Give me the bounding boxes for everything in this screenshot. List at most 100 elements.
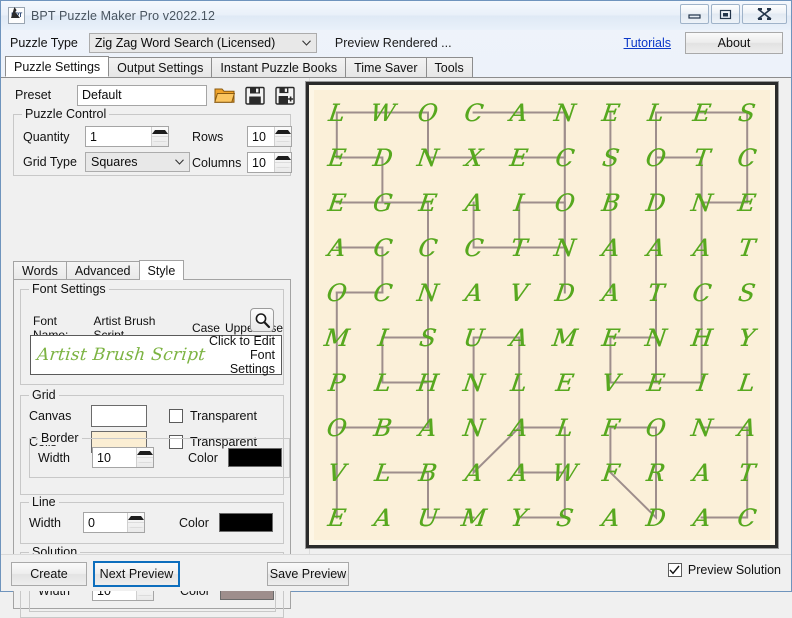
grid-letter: N	[539, 225, 591, 270]
font-preview-box[interactable]: Artist Brush Script Click to Edit Font S…	[30, 335, 282, 375]
line-width-spin-arrows[interactable]	[127, 513, 144, 532]
grid-letter: E	[630, 360, 682, 405]
grid-letter: T	[721, 225, 773, 270]
puzzle-type-select[interactable]: Zig Zag Word Search (Licensed)	[89, 33, 317, 53]
preset-input[interactable]: Default	[77, 85, 207, 106]
line-color-swatch[interactable]	[219, 513, 273, 532]
subtab-style[interactable]: Style	[139, 260, 185, 280]
grid-letter: A	[676, 225, 728, 270]
grid-letter: O	[630, 135, 682, 180]
grid-type-label: Grid Type	[23, 155, 85, 169]
save-as-floppy-icon[interactable]	[272, 83, 297, 108]
grid-letter: N	[402, 135, 454, 180]
grid-letter: D	[539, 270, 591, 315]
grid-letter: C	[448, 225, 500, 270]
columns-stepper[interactable]: 10	[247, 152, 292, 173]
rows-value: 10	[248, 130, 274, 144]
tab-tools[interactable]: Tools	[426, 57, 473, 77]
grid-letter: F	[584, 450, 636, 495]
grid-letter: A	[448, 180, 500, 225]
grid-letter: L	[539, 405, 591, 450]
create-button[interactable]: Create	[11, 562, 87, 586]
maximize-button[interactable]	[711, 4, 740, 24]
subtab-words[interactable]: Words	[13, 261, 67, 280]
grid-letter: S	[721, 90, 773, 135]
grid-type-select[interactable]: Squares	[85, 152, 190, 172]
line-width-value: 0	[84, 516, 127, 530]
next-preview-button[interactable]: Next Preview	[93, 561, 180, 587]
main-tab-bar: Puzzle Settings Output Settings Instant …	[1, 57, 791, 78]
grid-letter: N	[676, 405, 728, 450]
border-width-spin-arrows[interactable]	[136, 448, 153, 467]
puzzle-preview-frame[interactable]: LWOCANELESEDNXECSOTCEGEAIOBDNEACCCTNAAAT…	[306, 82, 778, 548]
puzzle-grid[interactable]: LWOCANELESEDNXECSOTCEGEAIOBDNEACCCTNAAAT…	[314, 90, 770, 540]
tab-time-saver[interactable]: Time Saver	[345, 57, 426, 77]
click-to-edit-line2: Font Settings	[230, 348, 275, 376]
grid-letter: Y	[721, 315, 773, 360]
preview-solution-checkbox[interactable]	[668, 563, 682, 577]
border-width-stepper[interactable]: 10	[92, 447, 154, 468]
rows-spin-arrows[interactable]	[274, 127, 291, 146]
grid-letter: C	[402, 225, 454, 270]
grid-letter: A	[676, 450, 728, 495]
grid-letter: S	[539, 495, 591, 540]
tab-puzzle-settings[interactable]: Puzzle Settings	[5, 56, 109, 77]
grid-letter: V	[311, 450, 363, 495]
font-sample-text: Artist Brush Script	[36, 345, 207, 365]
grid-letter: N	[676, 180, 728, 225]
grid-letter: T	[676, 135, 728, 180]
preset-row: Preset Default	[1, 83, 301, 107]
canvas-transparent-checkbox[interactable]	[169, 409, 183, 423]
checkmark-icon	[669, 565, 680, 575]
grid-letter: A	[676, 495, 728, 540]
top-toolbar: Puzzle Type Zig Zag Word Search (License…	[1, 30, 791, 56]
canvas-color-swatch[interactable]	[91, 405, 147, 427]
grid-letter: E	[311, 180, 363, 225]
border-color-swatch[interactable]	[228, 448, 282, 467]
grid-letter: S	[584, 135, 636, 180]
grid-letter: C	[448, 90, 500, 135]
grid-letter: N	[539, 90, 591, 135]
grid-letter: Y	[493, 495, 545, 540]
grid-letter: C	[539, 135, 591, 180]
quantity-value: 1	[86, 130, 151, 144]
app-icon: BPT	[8, 7, 25, 24]
grid-letter: G	[356, 180, 408, 225]
grid-settings-group: Grid Canvas Transparent Cells Transparen…	[20, 395, 284, 495]
columns-label: Columns	[192, 156, 247, 170]
tab-output-settings[interactable]: Output Settings	[108, 57, 212, 77]
tutorials-link[interactable]: Tutorials	[624, 36, 671, 50]
grid-letter: W	[539, 450, 591, 495]
border-legend: Border	[38, 431, 82, 445]
border-width-label: Width	[38, 451, 92, 465]
grid-letter: T	[493, 225, 545, 270]
grid-letter: B	[356, 405, 408, 450]
grid-letter: V	[493, 270, 545, 315]
settings-pane: Preset Default	[1, 78, 301, 554]
save-preview-button[interactable]: Save Preview	[267, 562, 349, 586]
grid-letter: F	[584, 405, 636, 450]
quantity-spin-arrows[interactable]	[151, 127, 168, 146]
minimize-button[interactable]	[680, 4, 709, 24]
quantity-stepper[interactable]: 1	[85, 126, 169, 147]
rows-stepper[interactable]: 10	[247, 126, 292, 147]
grid-letter: A	[630, 225, 682, 270]
about-button[interactable]: About	[685, 32, 783, 54]
subtab-advanced[interactable]: Advanced	[66, 261, 140, 280]
canvas-label: Canvas	[29, 409, 91, 423]
magnifier-icon[interactable]	[250, 308, 274, 332]
grid-letter: A	[356, 495, 408, 540]
grid-letter: A	[721, 405, 773, 450]
grid-letter: U	[448, 315, 500, 360]
grid-letter: A	[584, 270, 636, 315]
grid-letter: M	[539, 315, 591, 360]
columns-spin-arrows[interactable]	[274, 153, 291, 172]
open-folder-icon[interactable]	[212, 83, 237, 108]
close-button[interactable]	[742, 4, 787, 24]
grid-letter: T	[630, 270, 682, 315]
line-width-stepper[interactable]: 0	[83, 512, 145, 533]
window-title: BPT Puzzle Maker Pro v2022.12	[31, 9, 215, 23]
save-floppy-icon[interactable]	[242, 83, 267, 108]
tab-instant-puzzle-books[interactable]: Instant Puzzle Books	[211, 57, 346, 77]
grid-letter: M	[448, 495, 500, 540]
